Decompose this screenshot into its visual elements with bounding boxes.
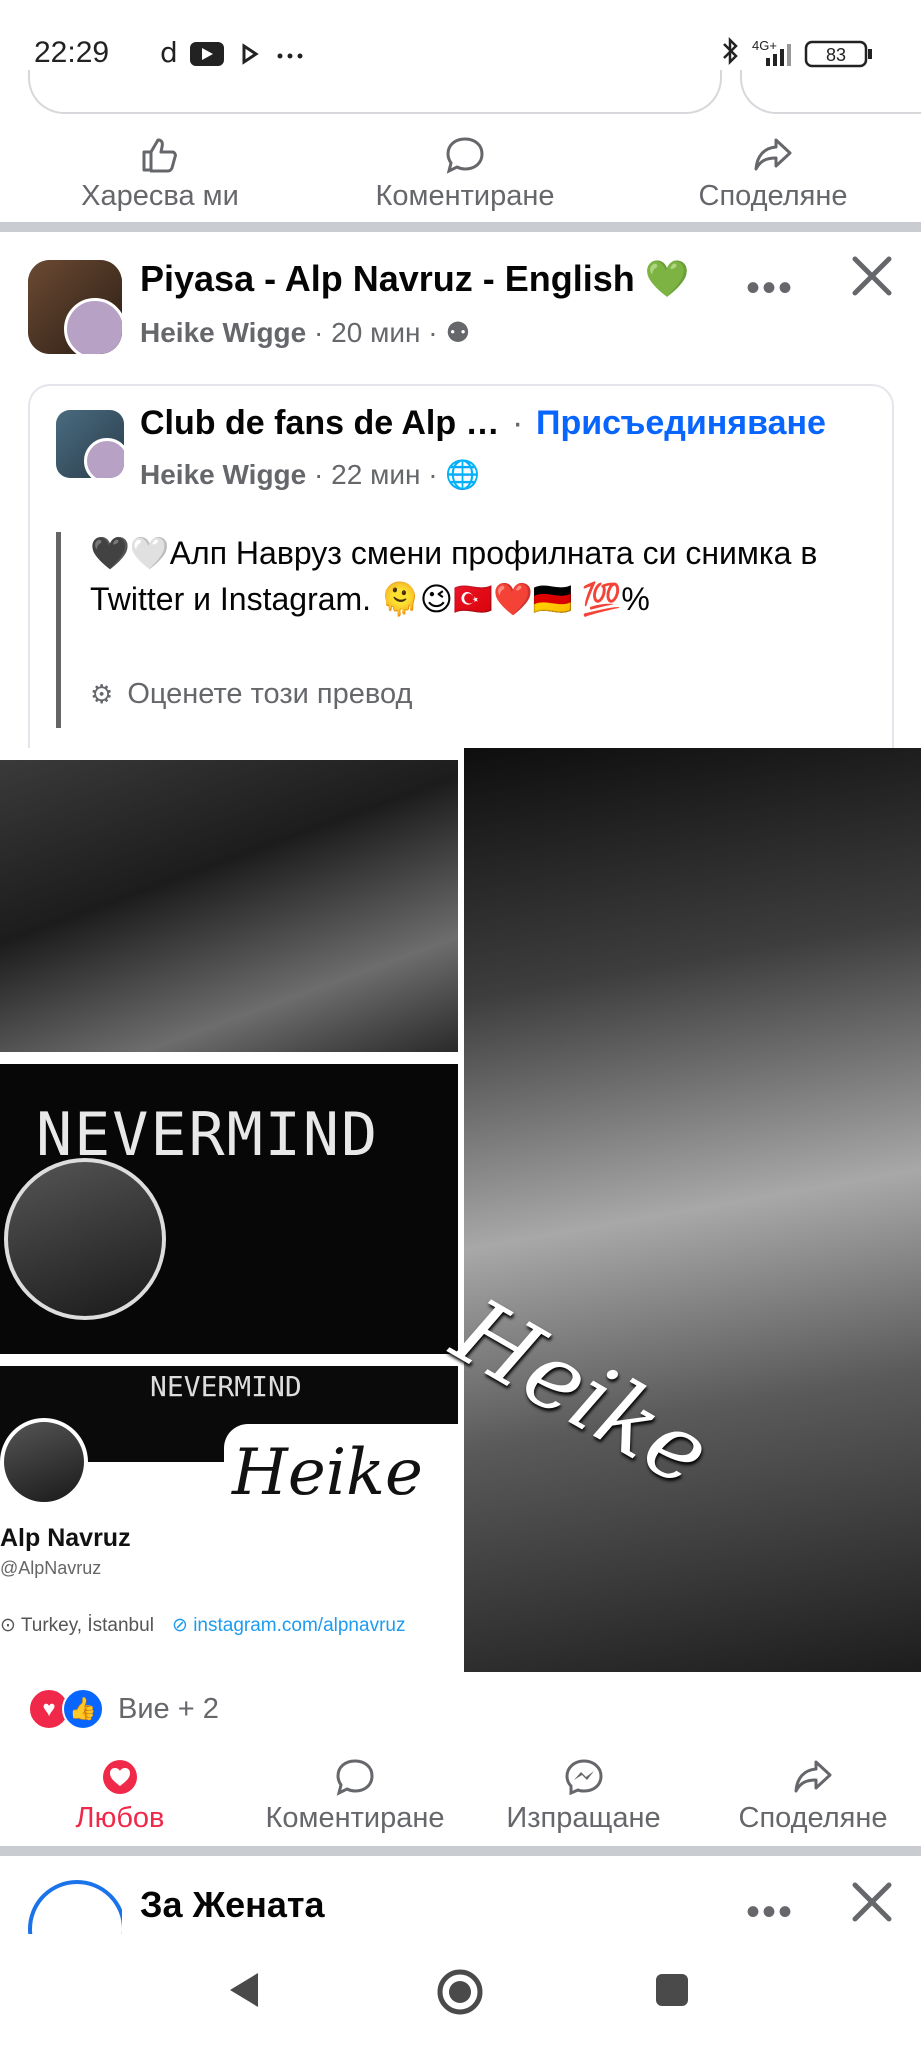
- photo-portrait-large[interactable]: Heike: [437, 748, 921, 1672]
- translation-quote-bar: [56, 532, 61, 728]
- share-icon: [794, 1760, 832, 1793]
- previous-post-comment-box: [28, 70, 722, 114]
- post-time[interactable]: 20 мин: [331, 317, 420, 348]
- rate-translation[interactable]: ⚙ Оценете този превод: [90, 678, 412, 711]
- gear-icon: ⚙: [90, 679, 114, 709]
- shared-post-author[interactable]: Heike Wigge: [140, 459, 306, 490]
- heike-watermark: Heike: [232, 1436, 423, 1510]
- share-button-2[interactable]: Споделяне: [728, 1758, 898, 1835]
- next-post-avatar[interactable]: [28, 1880, 122, 1934]
- system-navigation-bar: [0, 1934, 921, 2048]
- post-meta: Heike Wigge · 20 мин · ⚉: [140, 317, 471, 348]
- send-button[interactable]: Изпращане: [496, 1758, 671, 1835]
- separator-dot: ·: [512, 404, 524, 442]
- comment-button[interactable]: Коментиране: [360, 136, 570, 213]
- globe-icon: 🌐: [445, 459, 481, 490]
- author-avatar: [64, 298, 122, 354]
- battery-level: 83: [826, 45, 846, 65]
- status-time: 22:29: [34, 36, 110, 69]
- network-type: 4G+: [752, 38, 777, 53]
- recents-icon[interactable]: [654, 1972, 690, 2008]
- reactions-count: Вие + 2: [118, 1692, 219, 1725]
- next-post-close-icon[interactable]: [850, 1880, 894, 1929]
- shared-post-time[interactable]: 22 мин: [331, 459, 420, 490]
- comment-icon: [336, 1759, 374, 1796]
- shared-group-title[interactable]: Club de fans de Alp …: [140, 404, 500, 443]
- more-options-icon[interactable]: •••: [746, 266, 794, 311]
- comment-button-2[interactable]: Коментиране: [250, 1758, 460, 1835]
- shared-author-avatar: [84, 438, 124, 478]
- twitter-handle: @AlpNavruz: [0, 1558, 102, 1578]
- love-label: Любов: [75, 1802, 165, 1834]
- like-label: Харесва ми: [81, 180, 239, 212]
- nevermind-small-text: NEVERMIND: [150, 1370, 302, 1403]
- post-author[interactable]: Heike Wigge: [140, 317, 306, 348]
- post-divider-2: [0, 1846, 921, 1856]
- next-post-more-icon[interactable]: •••: [746, 1890, 794, 1935]
- post-group-title[interactable]: Piyasa - Alp Navruz - English 💚: [140, 258, 690, 300]
- twitter-location: ⊙ Turkey, İstanbul: [0, 1615, 154, 1636]
- photo-twitter-profile[interactable]: NEVERMIND Heike Alp Navruz @AlpNavruz ⊙ …: [0, 1366, 458, 1668]
- comment-icon: [446, 137, 484, 174]
- send-label: Изпращане: [506, 1802, 661, 1834]
- back-icon[interactable]: [226, 1970, 262, 2010]
- thumbs-up-icon: [142, 138, 177, 173]
- join-button[interactable]: Присъединяване: [536, 404, 826, 443]
- twitter-profile-name: Alp Navruz: [0, 1524, 131, 1552]
- like-button[interactable]: Харесва ми: [60, 136, 260, 213]
- photo-portrait-top[interactable]: [0, 760, 458, 1052]
- heart-icon: [103, 1760, 137, 1794]
- share-label-2: Споделяне: [738, 1802, 888, 1834]
- comment-label: Коментиране: [375, 180, 555, 212]
- share-icon: [754, 138, 792, 171]
- close-icon[interactable]: [850, 254, 894, 303]
- group-avatar[interactable]: [28, 260, 122, 354]
- group-privacy-icon: ⚉: [445, 317, 471, 348]
- profile-picture-circle: [4, 1158, 166, 1320]
- share-button[interactable]: Споделяне: [688, 136, 858, 213]
- post-text: 🖤🤍Алп Навруз смени профилната си снимка …: [90, 535, 818, 617]
- twitter-link: ⊘ instagram.com/alpnavruz: [172, 1615, 406, 1636]
- status-notification-icons: d: [160, 36, 310, 73]
- share-label: Споделяне: [698, 180, 848, 212]
- rate-translation-label: Оценете този превод: [127, 678, 413, 710]
- shared-group-avatar[interactable]: [56, 410, 124, 478]
- shared-post-meta: Heike Wigge · 22 мин · 🌐: [140, 459, 481, 490]
- reactions-summary[interactable]: ♥ 👍 Вие + 2: [28, 1688, 219, 1730]
- photo-nevermind-banner[interactable]: NEVERMIND: [0, 1064, 458, 1354]
- twitter-avatar: [0, 1418, 88, 1506]
- home-icon[interactable]: [436, 1968, 484, 2016]
- messenger-icon: [564, 1759, 603, 1796]
- previous-post-comment-box-2: [740, 70, 921, 114]
- svg-text:d: d: [160, 38, 178, 68]
- bluetooth-icon: [723, 36, 738, 66]
- heike-watermark-large: Heike: [436, 1278, 728, 1508]
- love-button[interactable]: Любов: [50, 1758, 190, 1835]
- next-post-title[interactable]: За Жената: [140, 1884, 325, 1926]
- comment-label-2: Коментиране: [265, 1802, 445, 1834]
- like-reaction-icon: 👍: [62, 1688, 104, 1730]
- post-divider: [0, 222, 921, 232]
